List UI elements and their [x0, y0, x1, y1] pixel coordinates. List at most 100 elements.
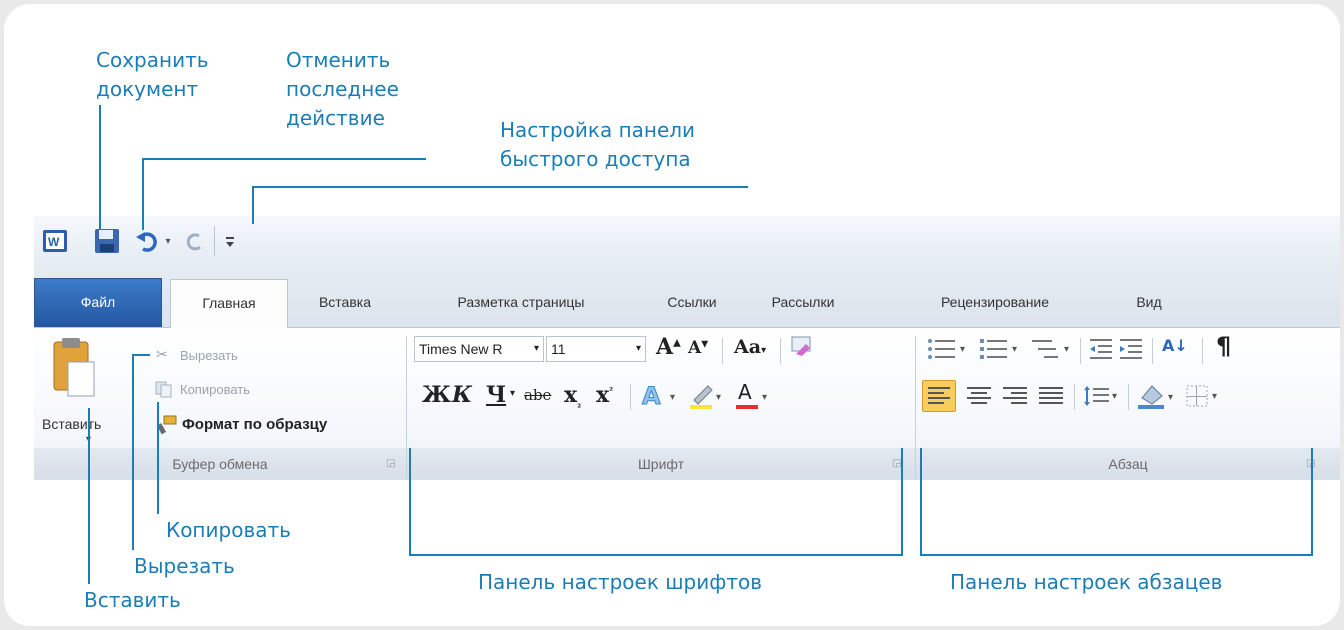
callout-save: Сохранить документ: [96, 46, 209, 104]
bold-button[interactable]: Ж: [422, 382, 451, 408]
svg-text:▾: ▾: [716, 392, 721, 403]
font-name-value: Times New R: [419, 341, 503, 357]
text-effects-icon[interactable]: A ▾: [640, 380, 684, 411]
tab-file[interactable]: Файл: [34, 278, 162, 327]
tab-home[interactable]: Главная: [170, 279, 288, 330]
show-marks-button[interactable]: ¶: [1216, 332, 1231, 360]
clear-formatting-icon[interactable]: [788, 334, 816, 362]
save-icon[interactable]: [92, 226, 122, 256]
subscript-label: x: [564, 382, 578, 408]
change-case-dropdown-icon: ▾: [761, 345, 767, 356]
callout-undo-line3: действие: [286, 106, 385, 130]
copy-button[interactable]: Копировать: [180, 382, 250, 397]
callout-paragraph-panel: Панель настроек абзацев: [950, 570, 1223, 594]
clipboard-launcher-icon[interactable]: ◲: [386, 458, 395, 469]
svg-text:▾: ▾: [1064, 344, 1069, 355]
svg-text:▾: ▾: [960, 344, 965, 355]
superscript-mark-icon: ²: [609, 386, 614, 397]
illustration-card: Сохранить документ Отменить последнее де…: [4, 4, 1340, 626]
svg-text:▾: ▾: [762, 392, 767, 403]
increase-indent-icon[interactable]: [1118, 336, 1144, 362]
shrink-font-button[interactable]: A▼: [688, 338, 708, 358]
tab-view[interactable]: Вид: [1124, 279, 1174, 328]
cut-icon: ✂: [156, 346, 168, 362]
format-painter-button[interactable]: Формат по образцу: [182, 416, 327, 433]
paragraph-bracket-right: [1311, 448, 1313, 556]
paste-button-label[interactable]: Вставить: [42, 416, 101, 432]
callout-customize-line1: Настройка панели: [500, 118, 696, 142]
font-separator-3: [630, 384, 631, 410]
tab-mailings[interactable]: Рассылки: [754, 279, 852, 328]
shading-icon[interactable]: ▾: [1136, 380, 1182, 410]
callout-save-line1: Сохранить: [96, 48, 209, 72]
grow-font-button[interactable]: A▲: [656, 334, 681, 360]
svg-text:▾: ▾: [1012, 344, 1017, 355]
callout-font-panel: Панель настроек шрифтов: [478, 570, 763, 594]
sort-button[interactable]: А↓: [1162, 336, 1188, 355]
font-group-label: Шрифт: [407, 448, 915, 480]
svg-text:▾: ▾: [670, 392, 675, 403]
callout-cut: Вырезать: [134, 554, 235, 578]
tab-layout[interactable]: Разметка страницы: [418, 279, 624, 328]
justify-icon[interactable]: [1036, 382, 1066, 410]
strikethrough-button[interactable]: abe: [524, 386, 551, 404]
font-name-dropdown-icon[interactable]: ▾: [534, 337, 539, 361]
numbering-icon[interactable]: ▾: [978, 336, 1024, 362]
font-bracket-bottom: [409, 554, 903, 556]
font-size-dropdown-icon[interactable]: ▾: [636, 337, 641, 361]
svg-text:A: A: [642, 382, 661, 410]
undo-icon[interactable]: [134, 226, 160, 256]
callout-save-line2: документ: [96, 77, 199, 101]
bullets-icon[interactable]: ▾: [926, 336, 972, 362]
underline-button[interactable]: Ч: [486, 382, 506, 408]
svg-text:W: W: [48, 235, 60, 249]
tab-insert[interactable]: Вставка: [296, 279, 394, 328]
redo-icon[interactable]: [182, 226, 206, 256]
ribbon-home: Вставить ▾ ✂ Вырезать Копировать Формат …: [34, 328, 1340, 480]
paragraph-group-label: Абзац: [916, 448, 1340, 480]
highlight-color-icon[interactable]: ▾: [688, 380, 728, 410]
italic-button[interactable]: К: [452, 382, 472, 408]
callout-paste: Вставить: [84, 588, 181, 612]
leader-copy: [157, 402, 159, 514]
font-bracket-left: [409, 448, 411, 556]
callout-undo-line2: последнее: [286, 77, 399, 101]
font-name-combo[interactable]: Times New R ▾: [414, 336, 544, 362]
line-spacing-icon[interactable]: ▾: [1082, 382, 1122, 410]
align-left-button[interactable]: [922, 380, 956, 412]
subscript-button[interactable]: x₂: [564, 382, 581, 410]
leader-paste: [88, 408, 90, 584]
callout-customize: Настройка панели быстрого доступа: [500, 116, 695, 174]
grow-font-caret-icon: ▲: [673, 337, 681, 349]
superscript-button[interactable]: x²: [596, 382, 613, 408]
multilevel-list-icon[interactable]: ▾: [1030, 336, 1076, 362]
font-color-button[interactable]: ▾ A: [734, 380, 774, 410]
grow-font-label: A: [656, 334, 674, 360]
leader-cut-v: [132, 354, 134, 550]
paragraph-bracket-left: [920, 448, 922, 556]
align-right-icon[interactable]: [1000, 382, 1030, 410]
change-case-label: Aa: [734, 336, 762, 358]
change-case-button[interactable]: Aa▾: [734, 336, 766, 358]
borders-icon[interactable]: ▾: [1184, 382, 1226, 410]
leader-customize-h: [252, 186, 748, 188]
qat-separator: [214, 226, 215, 256]
undo-dropdown-icon[interactable]: ▾: [162, 226, 174, 256]
cut-button[interactable]: Вырезать: [180, 348, 238, 363]
font-separator: [722, 338, 723, 364]
customize-qat-icon[interactable]: [222, 226, 238, 256]
underline-dropdown-icon[interactable]: ▾: [510, 388, 515, 399]
font-size-combo[interactable]: 11 ▾: [546, 336, 646, 362]
tab-review[interactable]: Рецензирование: [910, 279, 1080, 328]
leader-undo-h: [142, 158, 426, 160]
tab-references[interactable]: Ссылки: [652, 279, 732, 328]
decrease-indent-icon[interactable]: [1088, 336, 1114, 362]
font-bracket-right: [901, 448, 903, 556]
shrink-font-caret-icon: ▼: [701, 339, 709, 350]
leader-save: [99, 105, 101, 229]
align-center-icon[interactable]: [964, 382, 994, 410]
callout-customize-line2: быстрого доступа: [500, 147, 691, 171]
callout-undo: Отменить последнее действие: [286, 46, 399, 133]
paste-icon[interactable]: [48, 336, 98, 408]
format-painter-icon: [156, 414, 178, 436]
